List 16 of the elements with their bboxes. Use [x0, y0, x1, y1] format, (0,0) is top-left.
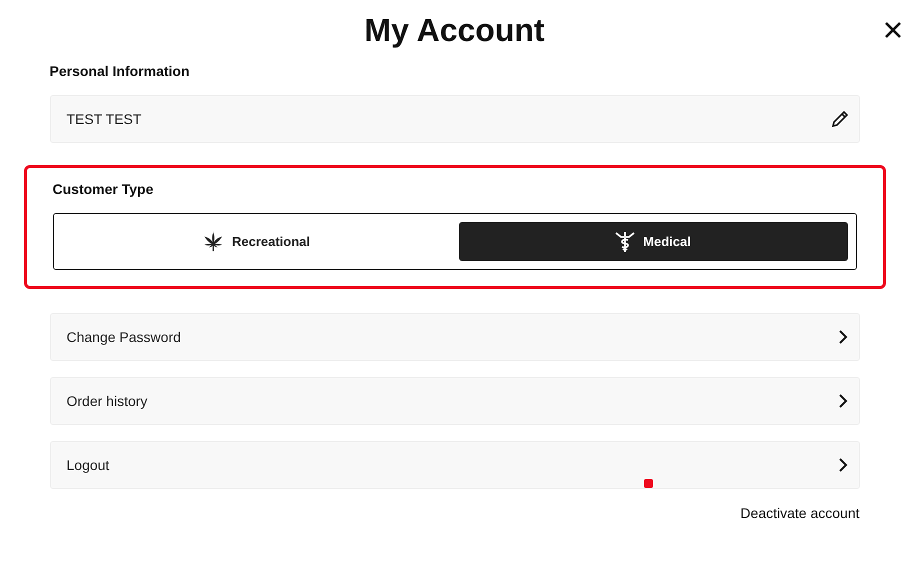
section-heading: Personal Information	[50, 63, 191, 79]
section-heading: Customer Type	[52, 181, 154, 197]
menu-item[interactable]: Change Password	[50, 313, 860, 361]
chevron-right-icon	[836, 394, 848, 408]
chevron-right-icon	[836, 458, 848, 472]
menu-item[interactable]: Logout	[50, 441, 860, 489]
customer-type-option[interactable]: Medical	[458, 222, 848, 261]
page-title: My Account	[364, 11, 545, 50]
click-marker	[644, 479, 653, 488]
menu-item[interactable]: Order history	[50, 377, 860, 425]
chevron-right-icon	[836, 330, 848, 344]
pencil-icon	[830, 110, 848, 128]
deactivate-link[interactable]: Deactivate account	[740, 505, 860, 521]
name-field[interactable]: TEST TEST	[50, 95, 860, 143]
leaf-icon	[202, 230, 224, 252]
caduceus-icon	[615, 230, 636, 252]
